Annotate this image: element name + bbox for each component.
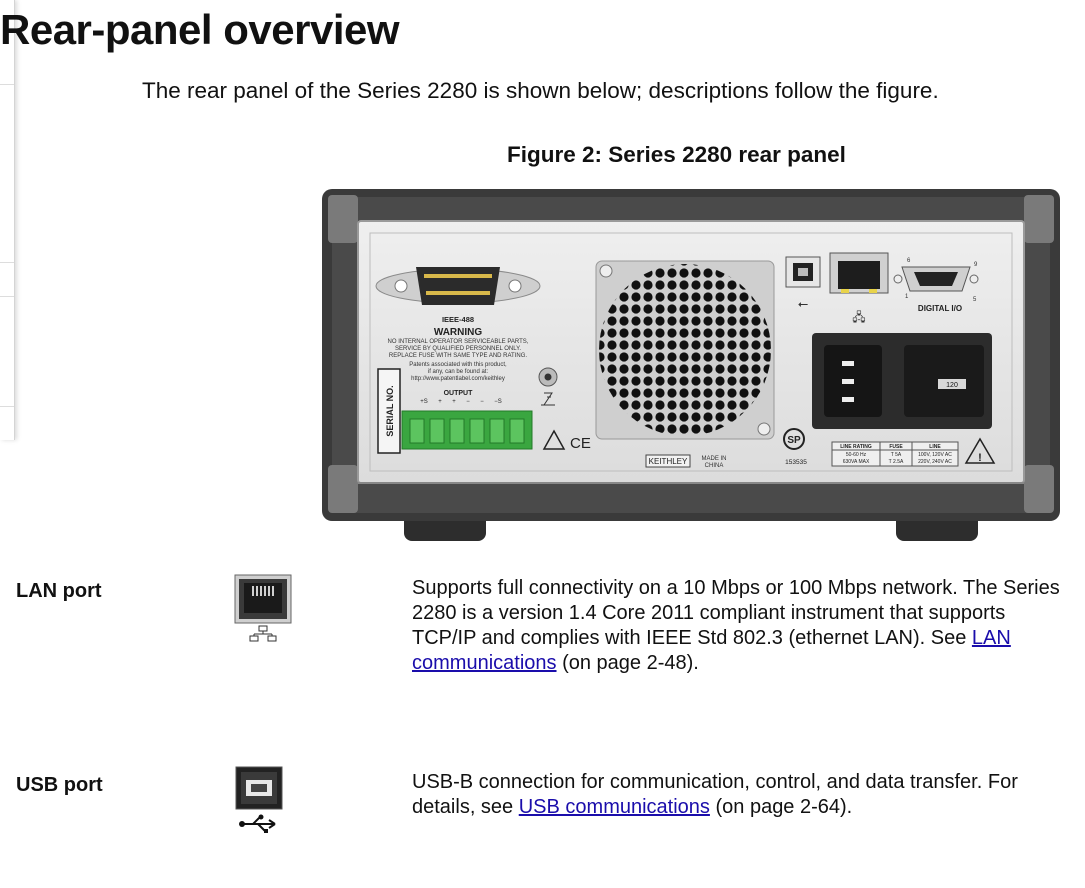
fuse-value: 120 [946,382,958,389]
warning-line-4: Patents associated with this product, [409,362,507,368]
usb-communications-link[interactable]: USB communications [519,796,710,818]
rating-r1c1: 50-60 Hz [846,452,867,458]
rating-header-3: LINE [929,444,941,450]
output-terminal-block [401,410,533,450]
keithley-label: KEITHLEY [649,457,688,466]
warning-line-3: REPLACE FUSE WITH SAME TYPE AND RATING. [389,353,527,359]
terminal-label-2: + [438,399,442,405]
usb-symbol-icon: ⭠ [798,296,808,311]
cert-number: 153535 [785,459,807,466]
rating-r1c3: 100V, 120V AC [918,452,952,458]
rating-r2c3: 220V, 240V AC [918,459,952,465]
output-label: OUTPUT [444,390,474,397]
warning-title: WARNING [434,327,483,338]
rating-header-2: FUSE [889,444,903,450]
lan-symbol-icon: 🖧 [852,310,865,324]
terminal-label-3: + [452,399,456,405]
made-in-line-2: CHINA [705,463,724,469]
rear-panel-figure: IEEE-488 WARNING NO INTERNAL OPERATOR SE… [322,189,1060,541]
usb-port-title: USB port [16,774,103,796]
svg-text:SP: SP [787,435,801,446]
terminal-label-4: − [466,399,470,405]
made-in-line-1: MADE IN [701,456,726,462]
terminal-label-5: − [480,399,484,405]
rating-r1c2: T 5A [891,452,902,458]
ethernet-port-icon [234,574,292,642]
rating-header-1: LINE RATING [840,444,872,450]
side-panel [0,0,15,440]
warning-line-2: SERVICE BY QUALIFIED PERSONNEL ONLY. [395,346,521,352]
rating-r2c2: T 2.5A [889,459,904,465]
lan-desc-text: Supports full connectivity on a 10 Mbps … [412,577,1060,649]
lan-port-title: LAN port [16,580,102,602]
ce-mark: CE [570,435,591,452]
terminal-label-6: −S [494,399,502,405]
intro-text: The rear panel of the Series 2280 is sho… [142,78,939,103]
ieee-label: IEEE-488 [442,315,474,324]
fan-grille [595,260,775,440]
terminal-label-1: +S [420,399,428,405]
rating-r2c1: 630VA MAX [843,459,870,465]
digital-io-label: DIGITAL I/O [918,304,962,313]
serial-label: SERIAL NO. [385,385,395,436]
lan-port-description: Supports full connectivity on a 10 Mbps … [412,576,1072,676]
usb-port-description: USB-B connection for communication, cont… [412,770,1072,820]
usb-desc-after: (on page 2-64). [709,796,853,818]
lan-desc-after: (on page 2-48). [556,652,699,674]
svg-text:!: ! [978,452,982,464]
warning-line-1: NO INTERNAL OPERATOR SERVICEABLE PARTS, [388,339,529,345]
page-title: Rear-panel overview [0,6,400,53]
usb-port-icon [235,766,283,833]
power-entry-module [812,333,992,429]
lan-port [829,252,889,294]
figure-caption: Figure 2: Series 2280 rear panel [507,142,846,167]
warning-line-6: http://www.patentlabel.com/keithley [411,376,505,382]
warning-line-5: if any, can be found at: [428,369,489,375]
usb-b-port [785,256,821,288]
